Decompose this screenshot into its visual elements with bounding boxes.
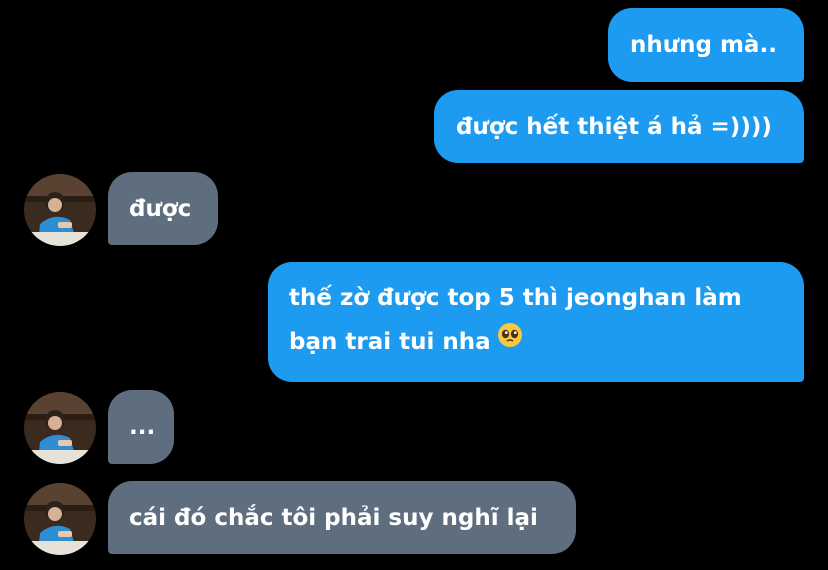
contact-avatar[interactable] [24, 392, 96, 464]
message-bubble-sent[interactable]: được hết thiệt á hả =)))) [434, 90, 804, 163]
message-text: ... [129, 414, 156, 440]
message-text-line: bạn trai tui nha [289, 320, 804, 364]
pleading-face-icon [497, 319, 523, 363]
message-bubble-sent[interactable]: thế zờ được top 5 thì jeonghan làm bạn t… [268, 262, 804, 382]
avatar-photo-icon [24, 483, 96, 555]
message-text: được hết thiệt á hả =)))) [456, 114, 772, 140]
message-text: bạn trai tui nha [289, 329, 491, 355]
avatar-photo-icon [24, 174, 96, 246]
message-text: cái đó chắc tôi phải suy nghĩ lại [129, 505, 538, 531]
message-text: được [129, 196, 192, 222]
message-bubble-received[interactable]: được [108, 172, 218, 245]
message-bubble-received[interactable]: ... [108, 390, 174, 464]
contact-avatar[interactable] [24, 174, 96, 246]
message-text-line: thế zờ được top 5 thì jeonghan làm [289, 285, 742, 311]
contact-avatar[interactable] [24, 483, 96, 555]
message-bubble-sent[interactable]: nhưng mà.. [608, 8, 804, 82]
avatar-photo-icon [24, 392, 96, 464]
message-text: nhưng mà.. [630, 32, 777, 58]
message-bubble-received[interactable]: cái đó chắc tôi phải suy nghĩ lại [108, 481, 576, 554]
